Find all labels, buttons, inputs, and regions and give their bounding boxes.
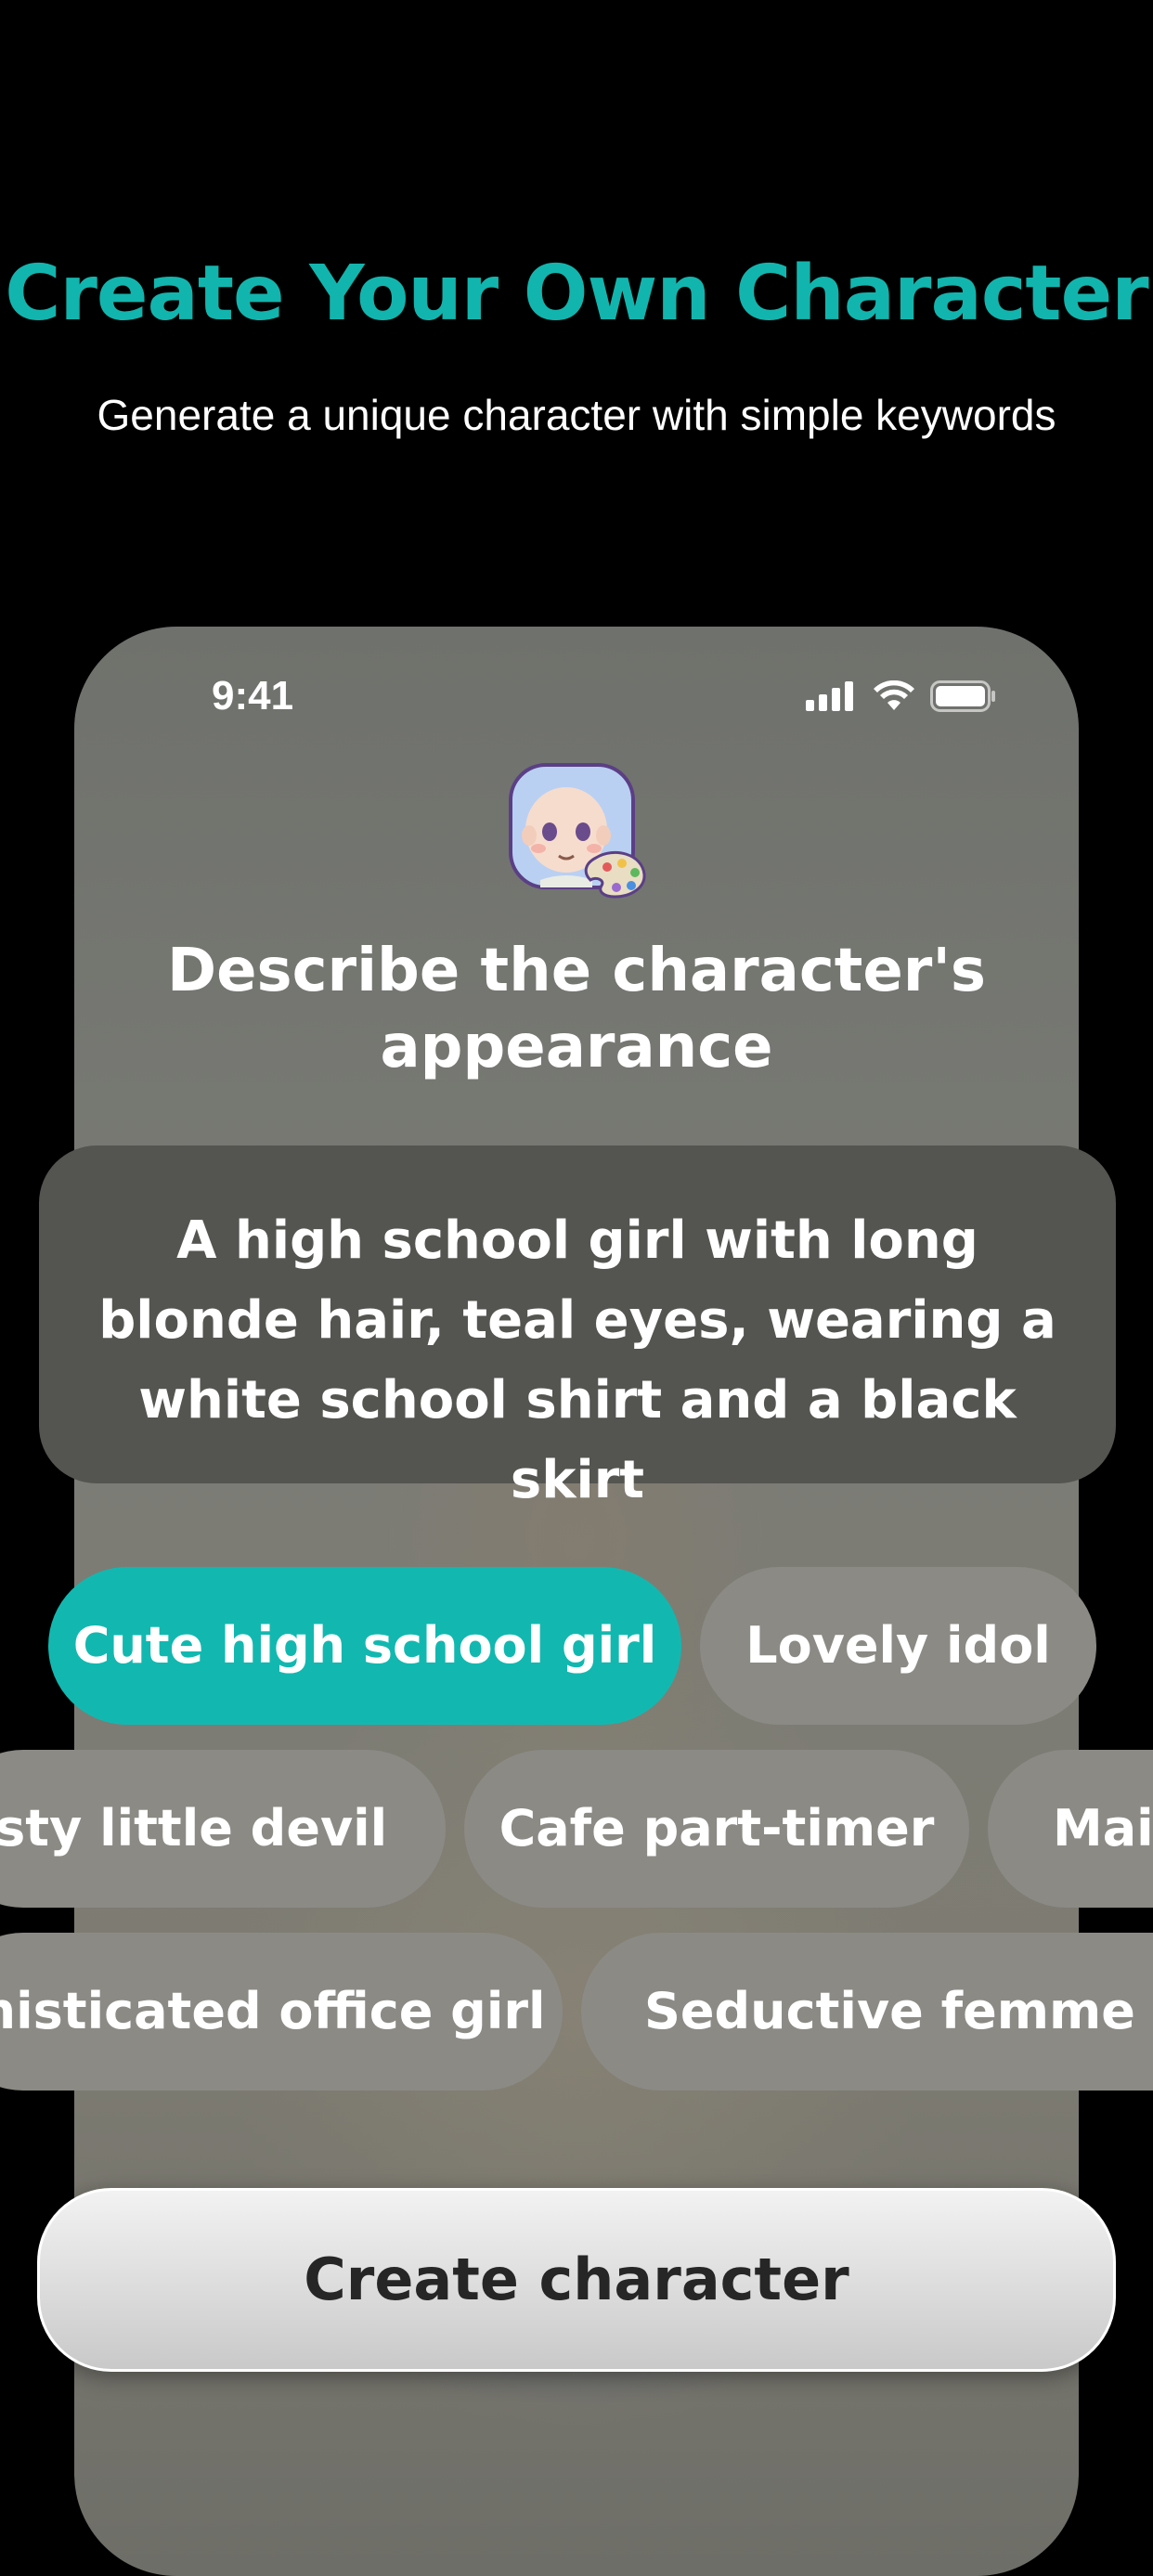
chip-sophisticated-office-girl[interactable]: phisticated office girl [0,1933,563,2091]
status-icons [806,680,997,712]
cellular-signal-icon [806,681,853,711]
sheet-title: Describe the character's appearance [166,937,987,1081]
battery-icon [930,680,995,712]
page-headline: Create Your Own Character [5,250,1148,338]
avatar-palette-icon [507,761,646,900]
create-character-button[interactable]: Create character [37,2188,1116,2372]
chip-feisty-little-devil[interactable]: eisty little devil [0,1750,446,1908]
wifi-icon [874,680,914,710]
chip-cute-high-school-girl[interactable]: Cute high school girl [48,1567,681,1725]
prompt-text-box[interactable]: A high school girl with long blonde hair… [39,1146,1116,1510]
status-time: 9:41 [212,673,294,718]
page-subheadline: Generate a unique character with simple … [97,391,1056,439]
chip-cafe-part-timer[interactable]: Cafe part-timer [464,1750,969,1908]
chip-lovely-idol[interactable]: Lovely idol [700,1567,1096,1725]
chip-seductive-femme-fatale[interactable]: Seductive femme fat [581,1933,1153,2091]
chip-maid[interactable]: Maic [988,1750,1153,1908]
